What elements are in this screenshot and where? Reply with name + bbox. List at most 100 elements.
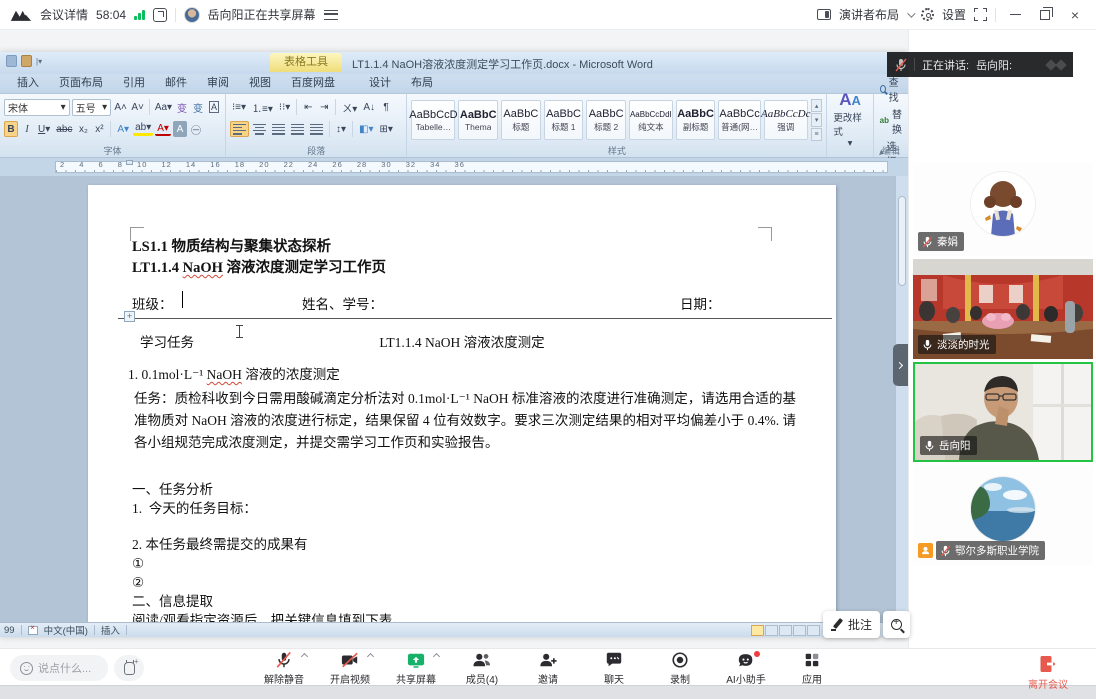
- spellcheck-icon[interactable]: [28, 626, 38, 635]
- style-item[interactable]: AaBbC标题 2: [586, 100, 626, 140]
- chevron-down-icon[interactable]: [907, 9, 915, 17]
- font-color-icon[interactable]: A▾: [155, 122, 171, 136]
- close-button[interactable]: ×: [1064, 4, 1086, 26]
- indent-marker[interactable]: [126, 160, 133, 165]
- style-item[interactable]: AaBbCc普通(网…: [718, 100, 760, 140]
- invite-button[interactable]: 邀请: [522, 649, 574, 686]
- settings-button[interactable]: 设置: [942, 6, 966, 23]
- tab-mailings[interactable]: 邮件: [156, 72, 196, 93]
- style-item[interactable]: AaBbCcDTabelle…: [411, 100, 455, 140]
- style-item[interactable]: AaBbCcDdI纯文本: [629, 100, 673, 140]
- superscript-icon[interactable]: x²: [92, 121, 106, 137]
- style-item[interactable]: AaBbC标题 1: [544, 100, 584, 140]
- grow-font-icon[interactable]: A˄: [113, 99, 128, 115]
- line-spacing-icon[interactable]: ↕▾: [334, 121, 348, 137]
- language-status[interactable]: 中文(中国): [44, 623, 88, 637]
- asian-layout-icon[interactable]: ㄨ▾: [340, 99, 359, 115]
- chevron-up-icon[interactable]: [367, 653, 374, 660]
- tab-page-layout[interactable]: 页面布局: [50, 72, 112, 93]
- italic-button[interactable]: I: [20, 121, 34, 137]
- chat-button[interactable]: 聊天: [588, 649, 640, 686]
- word-ruler[interactable]: 2 4 6 8 10 12 14 16 18 20 22 24 26 28 30…: [0, 158, 908, 176]
- bullets-icon[interactable]: ⁝≡▾: [230, 99, 248, 115]
- gear-icon[interactable]: [921, 8, 934, 21]
- leave-meeting-button[interactable]: 离开会议: [1018, 651, 1078, 691]
- numbering-icon[interactable]: ⒈≡▾: [250, 99, 275, 115]
- tab-references[interactable]: 引用: [114, 72, 154, 93]
- annotate-button[interactable]: 批注: [823, 611, 880, 638]
- decrease-indent-icon[interactable]: ⇤: [301, 99, 315, 115]
- participant-tile-dandandeshiguang[interactable]: 淡淡的时光: [913, 259, 1093, 359]
- quick-access-toolbar[interactable]: |▾: [6, 55, 42, 67]
- phonetic-guide-icon[interactable]: 变: [191, 99, 205, 115]
- minimize-button[interactable]: [1004, 4, 1026, 26]
- align-left-icon[interactable]: [230, 121, 249, 137]
- participant-tile-yuexiangyang[interactable]: 岳向阳: [913, 362, 1093, 462]
- style-item[interactable]: AaBbCcDc强调: [764, 100, 808, 140]
- style-item[interactable]: AaBbC副标题: [676, 100, 716, 140]
- layout-selector[interactable]: 演讲者布局: [839, 6, 899, 23]
- record-button[interactable]: 录制: [654, 649, 706, 686]
- chevron-up-icon[interactable]: [301, 653, 308, 660]
- change-styles-button[interactable]: AA 更改样式 ▾: [827, 94, 873, 157]
- sort-icon[interactable]: A↓: [361, 99, 377, 115]
- font-size-select[interactable]: 五号▾: [72, 99, 111, 116]
- highlight-color-icon[interactable]: ab▾: [133, 123, 153, 136]
- share-screen-button[interactable]: 共享屏幕: [390, 649, 442, 686]
- meeting-details-link[interactable]: 会议详情: [40, 6, 88, 23]
- chevron-up-icon[interactable]: [433, 653, 440, 660]
- replace-button[interactable]: ab替换: [880, 106, 902, 136]
- enclose-characters-icon[interactable]: ㊀: [189, 121, 203, 137]
- style-item[interactable]: AaBbCThema: [458, 100, 498, 140]
- tab-view[interactable]: 视图: [240, 72, 280, 93]
- participant-tile-eerduosi[interactable]: 鄂尔多斯职业学院: [913, 465, 1093, 565]
- borders-icon[interactable]: ⊞▾: [378, 121, 395, 137]
- character-border-icon[interactable]: A: [207, 99, 221, 115]
- font-name-select[interactable]: 宋体▾: [4, 99, 70, 116]
- apps-button[interactable]: 应用: [786, 649, 838, 686]
- members-button[interactable]: 成员(4): [456, 649, 508, 686]
- view-switcher[interactable]: [751, 625, 820, 636]
- document-scrollbar[interactable]: [895, 176, 908, 622]
- shrink-font-icon[interactable]: A˅: [130, 99, 145, 115]
- document-page[interactable]: LS1.1 物质结构与聚集状态探析 LT1.1.4 NaOH 溶液浓度测定学习工…: [88, 185, 836, 622]
- ai-assistant-button[interactable]: AI小助手: [720, 649, 772, 686]
- style-item[interactable]: AaBbC标题: [501, 100, 541, 140]
- participant-tile-qinjuan[interactable]: 秦娟: [913, 163, 1093, 256]
- undo-icon[interactable]: [21, 55, 32, 67]
- bold-button[interactable]: B: [4, 121, 18, 137]
- underline-button[interactable]: U▾: [36, 121, 52, 137]
- styles-scroll-buttons[interactable]: ▴▾≡: [811, 99, 823, 141]
- tab-table-layout[interactable]: 布局: [402, 72, 442, 93]
- increase-indent-icon[interactable]: ⇥: [317, 99, 331, 115]
- popout-window-icon[interactable]: [153, 8, 167, 22]
- insert-mode-status[interactable]: 插入: [101, 623, 120, 637]
- align-center-icon[interactable]: [251, 121, 268, 137]
- tab-review[interactable]: 审阅: [198, 72, 238, 93]
- align-right-icon[interactable]: [270, 121, 287, 137]
- share-options-icon[interactable]: [324, 10, 338, 20]
- tab-baidu-netdisk[interactable]: 百度网盘: [282, 72, 344, 93]
- subscript-icon[interactable]: x₂: [76, 121, 90, 137]
- save-icon[interactable]: [6, 55, 17, 67]
- multilevel-list-icon[interactable]: ⁝⁝▾: [277, 99, 292, 115]
- zoom-in-button[interactable]: [883, 611, 910, 638]
- scrollbar-thumb[interactable]: [898, 196, 906, 286]
- character-shading-icon[interactable]: A: [173, 121, 187, 137]
- tab-table-design[interactable]: 设计: [360, 72, 400, 93]
- strikethrough-icon[interactable]: abc: [54, 121, 74, 137]
- clear-formatting-icon[interactable]: 变: [175, 99, 189, 115]
- shading-icon[interactable]: ◧▾: [357, 121, 375, 137]
- unmute-button[interactable]: 解除静音: [258, 649, 310, 686]
- maximize-button[interactable]: [1034, 4, 1056, 26]
- text-effects-icon[interactable]: A▾: [115, 121, 131, 137]
- tab-insert[interactable]: 插入: [8, 72, 48, 93]
- start-video-button[interactable]: 开启视频: [324, 649, 376, 686]
- justify-icon[interactable]: [289, 121, 306, 137]
- distribute-icon[interactable]: [308, 121, 325, 137]
- find-button[interactable]: 查找: [880, 74, 902, 104]
- change-case-icon[interactable]: Aa▾: [154, 99, 173, 115]
- show-marks-icon[interactable]: ¶: [379, 99, 393, 115]
- fullscreen-icon[interactable]: [974, 8, 987, 21]
- sidebar-collapse-handle[interactable]: [893, 344, 908, 386]
